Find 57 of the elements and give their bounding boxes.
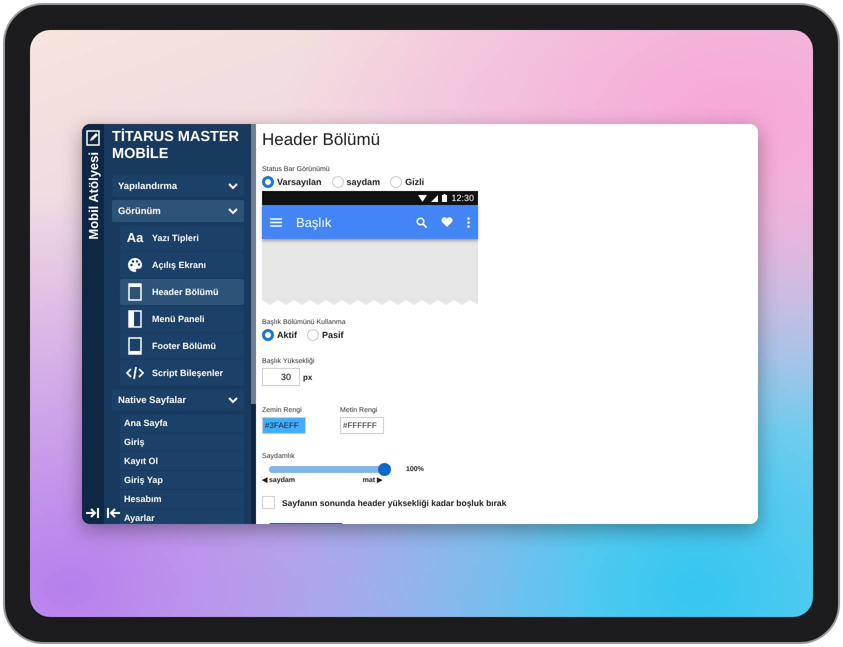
sidebar-item[interactable]: Aa Yazı Tipleri	[120, 225, 244, 251]
checkbox[interactable]	[262, 496, 275, 509]
radio-button[interactable]	[390, 176, 402, 188]
sidebar-group[interactable]: Yapılandırma	[112, 175, 244, 197]
menu-icon	[270, 218, 282, 226]
sidebar-item[interactable]: Script Bileşenler	[120, 360, 244, 386]
collapse-sidebar-icon[interactable]	[107, 507, 121, 519]
vertical-app-title: Mobil Atölyesi	[86, 152, 100, 240]
app-title: TİTARUS MASTER MOBİLE	[112, 129, 240, 163]
battery-icon	[442, 194, 448, 202]
sidebar-item[interactable]: Açılış Ekranı	[120, 252, 244, 278]
radio-button[interactable]	[307, 329, 319, 341]
chevron-down-icon	[228, 182, 238, 190]
expand-sidebar-icon[interactable]	[85, 507, 99, 519]
sidebar-item[interactable]: Giriş Yap	[120, 471, 244, 489]
sidebar-item[interactable]: Menü Paneli	[120, 306, 244, 332]
checkbox-label: Sayfanın sonunda header yüksekliği kadar boşluk bırak	[282, 498, 506, 508]
unit-label: px	[303, 372, 312, 382]
palette-icon	[127, 257, 143, 273]
sidebar-item[interactable]: Ayarlar	[120, 509, 244, 524]
color-input[interactable]: #FFFFFF	[340, 417, 384, 434]
preview-app-title: Başlık	[296, 214, 332, 230]
radio-option[interactable]: saydam	[332, 176, 380, 188]
sidebar-group[interactable]: Native Sayfalar	[112, 389, 244, 411]
radio-option[interactable]: Varsayılan	[262, 176, 322, 188]
sidebar-item[interactable]: Ana Sayfa	[120, 414, 244, 432]
page-title: Header Bölümü	[262, 130, 382, 150]
radio-button[interactable]	[262, 176, 274, 188]
radio-option[interactable]: Pasif	[307, 329, 344, 341]
sidebar-item[interactable]: Kayıt Ol	[120, 452, 244, 470]
sidebar-item[interactable]: Giriş	[120, 433, 244, 451]
sidebar-item[interactable]: Footer Bölümü	[120, 333, 244, 359]
status-time: 12:30	[451, 193, 474, 203]
heart-icon	[441, 217, 453, 227]
code-icon	[126, 366, 144, 380]
radio-button[interactable]	[262, 329, 274, 341]
header-layout-icon	[128, 283, 142, 301]
more-vertical-icon	[467, 216, 470, 228]
height-input[interactable]: 30	[262, 368, 300, 386]
scrollbar[interactable]	[251, 124, 256, 524]
search-icon	[416, 216, 427, 228]
sidebar-item[interactable]: Header Bölümü	[120, 279, 244, 305]
chevron-down-icon	[228, 396, 238, 404]
signal-icon	[431, 194, 438, 202]
side-panel-layout-icon	[128, 310, 142, 328]
chevron-down-icon	[228, 208, 238, 214]
wifi-icon	[418, 194, 428, 202]
radio-option[interactable]: Gizli	[390, 176, 424, 188]
sidebar-item[interactable]: Hesabım	[120, 490, 244, 508]
color-input[interactable]: #3FAEFF	[262, 417, 306, 434]
radio-button[interactable]	[332, 176, 344, 188]
sidebar-group[interactable]: Görünüm	[112, 200, 244, 222]
slider-thumb[interactable]	[378, 463, 391, 476]
radio-option[interactable]: Aktif	[262, 329, 297, 341]
font-icon: Aa	[126, 230, 144, 246]
pencil-icon	[86, 130, 100, 146]
footer-layout-icon	[128, 337, 142, 355]
